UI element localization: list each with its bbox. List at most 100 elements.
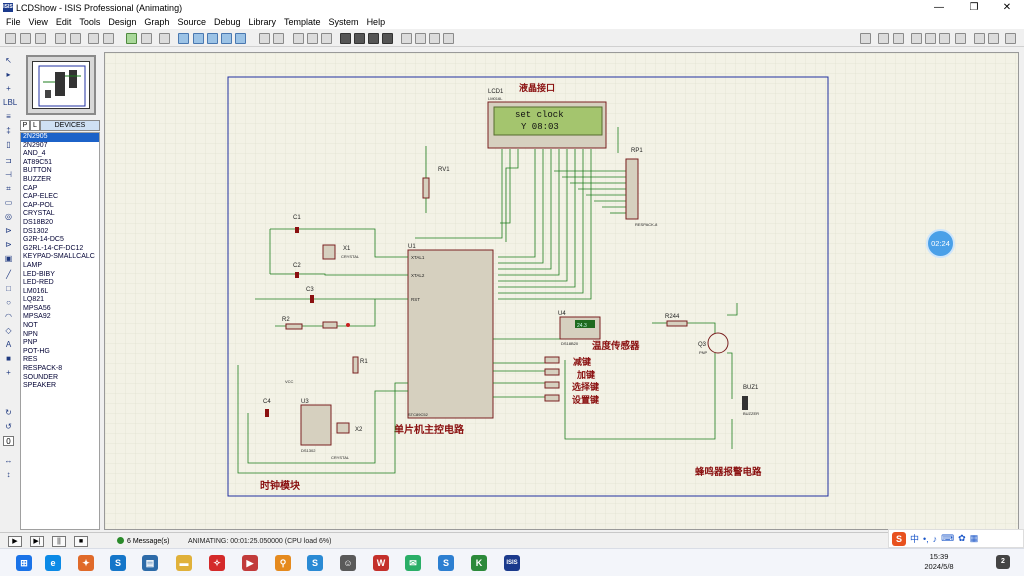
flip-horizontal-icon[interactable]: ↔: [3, 456, 14, 466]
app-pinwheel-icon[interactable]: ✦: [78, 555, 94, 571]
device-list-item[interactable]: CAP-ELEC: [21, 193, 99, 202]
wps-icon[interactable]: W: [373, 555, 389, 571]
punctuation-icon[interactable]: •,: [923, 534, 929, 544]
step-button[interactable]: ▶|: [30, 536, 44, 547]
device-list-item[interactable]: POT-HG: [21, 348, 99, 357]
export-icon[interactable]: [70, 33, 81, 44]
device-pin-icon[interactable]: ⊣: [3, 170, 14, 180]
paste-icon[interactable]: [321, 33, 332, 44]
subcircuit-icon[interactable]: ▯: [3, 140, 14, 150]
2d-arc-icon[interactable]: ◠: [3, 312, 14, 322]
app-notebook-icon[interactable]: ▤: [142, 555, 158, 571]
device-list[interactable]: 2N2905 2N2907 AND_4 AT89C51 BUTTON BUZZER CAP C…: [20, 132, 100, 530]
skin-icon[interactable]: ✿: [958, 533, 966, 544]
device-list-item[interactable]: RES: [21, 356, 99, 365]
toolbox-icon[interactable]: ▦: [970, 533, 979, 544]
device-list-item[interactable]: LAMP: [21, 262, 99, 271]
isis-taskbar-icon[interactable]: ISIS: [504, 555, 520, 571]
stop-button[interactable]: ■: [74, 536, 88, 547]
junction-dot-icon[interactable]: +: [3, 84, 14, 94]
2d-text-icon[interactable]: A: [3, 340, 14, 350]
generator-icon[interactable]: ◎: [3, 212, 14, 222]
menu-template[interactable]: Template: [280, 15, 325, 29]
2d-marker-icon[interactable]: +: [3, 368, 14, 378]
pause-button[interactable]: ||: [52, 536, 66, 547]
keil-icon[interactable]: K: [471, 555, 487, 571]
menu-tools[interactable]: Tools: [75, 15, 104, 29]
decompose-icon[interactable]: [443, 33, 454, 44]
graph-icon[interactable]: ⌗: [3, 184, 14, 194]
schematic-canvas[interactable]: set clock Y 08:03 LCD1 LM016L 液晶接口 RP1 R…: [104, 52, 1019, 530]
menu-file[interactable]: File: [2, 15, 25, 29]
search-app-icon[interactable]: ⚲: [275, 555, 291, 571]
overview-window[interactable]: [26, 55, 96, 115]
maximize-button[interactable]: ❐: [957, 0, 991, 15]
new-file-icon[interactable]: [5, 33, 16, 44]
floating-timer-bubble[interactable]: 02:24: [926, 229, 955, 258]
device-list-item[interactable]: G2R-14-DC5: [21, 236, 99, 245]
ares-icon[interactable]: [1005, 33, 1016, 44]
device-list-item[interactable]: DS1302: [21, 228, 99, 237]
erc-report-icon[interactable]: [974, 33, 985, 44]
exit-parent-icon[interactable]: [939, 33, 950, 44]
device-list-item[interactable]: 2N2905: [21, 133, 99, 142]
play-button[interactable]: ▶: [8, 536, 22, 547]
pick-devices-button[interactable]: P: [20, 120, 30, 131]
2d-path-icon[interactable]: ◇: [3, 326, 14, 336]
menu-design[interactable]: Design: [104, 15, 140, 29]
cut-icon[interactable]: [293, 33, 304, 44]
component-mode-icon[interactable]: ▸: [3, 70, 14, 80]
remove-sheet-icon[interactable]: [925, 33, 936, 44]
device-list-item[interactable]: BUZZER: [21, 176, 99, 185]
print-setup-icon[interactable]: [103, 33, 114, 44]
block-copy-icon[interactable]: [340, 33, 351, 44]
search-tag-icon[interactable]: [878, 33, 889, 44]
device-list-item[interactable]: PNP: [21, 339, 99, 348]
menu-view[interactable]: View: [25, 15, 52, 29]
2d-circle-icon[interactable]: ○: [3, 298, 14, 308]
rotate-cw-icon[interactable]: ↻: [3, 408, 14, 418]
virtual-instrument-icon[interactable]: ▣: [3, 254, 14, 264]
rtc-u3[interactable]: U3 DS1302: [300, 399, 332, 453]
refresh-icon[interactable]: [126, 33, 137, 44]
app-video-icon[interactable]: ▶: [242, 555, 258, 571]
make-device-icon[interactable]: [415, 33, 426, 44]
overview-viewport[interactable]: [32, 61, 90, 109]
minimize-button[interactable]: —: [922, 0, 956, 15]
ime-mode-toggle[interactable]: 中: [910, 532, 919, 545]
menu-help[interactable]: Help: [363, 15, 390, 29]
menu-debug[interactable]: Debug: [210, 15, 245, 29]
rotate-ccw-icon[interactable]: ↺: [3, 422, 14, 432]
device-list-item[interactable]: SPEAKER: [21, 382, 99, 391]
new-sheet-icon[interactable]: [911, 33, 922, 44]
2d-box-icon[interactable]: □: [3, 284, 14, 294]
print-icon[interactable]: [88, 33, 99, 44]
mcu-u1[interactable]: U1 STC89C52 XTAL1 XTAL2 RST: [407, 244, 494, 419]
menu-library[interactable]: Library: [245, 15, 281, 29]
notification-icon[interactable]: 2: [996, 555, 1010, 569]
device-list-item[interactable]: BUTTON: [21, 167, 99, 176]
system-clock[interactable]: 15:39 2024/5/8: [914, 552, 964, 572]
device-list-item[interactable]: LM016L: [21, 288, 99, 297]
copy-icon[interactable]: [307, 33, 318, 44]
menu-graph[interactable]: Graph: [140, 15, 173, 29]
device-list-item[interactable]: G2RL-14-CF-DC12: [21, 245, 99, 254]
origin-icon[interactable]: [159, 33, 170, 44]
app-qq-icon[interactable]: S: [307, 555, 323, 571]
app-avatar-icon[interactable]: ☺: [340, 555, 356, 571]
bus-icon[interactable]: ‡: [3, 126, 14, 136]
app-s-icon[interactable]: S: [110, 555, 126, 571]
device-list-item[interactable]: LQ821: [21, 296, 99, 305]
block-move-icon[interactable]: [354, 33, 365, 44]
wechat-icon[interactable]: ✉: [405, 555, 421, 571]
tape-recorder-icon[interactable]: ▭: [3, 198, 14, 208]
packaging-icon[interactable]: [429, 33, 440, 44]
menu-system[interactable]: System: [325, 15, 363, 29]
device-list-item[interactable]: MPSA92: [21, 313, 99, 322]
edge-browser-icon[interactable]: e: [45, 555, 61, 571]
menu-source[interactable]: Source: [173, 15, 210, 29]
property-assign-icon[interactable]: [893, 33, 904, 44]
file-explorer-icon[interactable]: ▬: [176, 555, 192, 571]
netlist-icon[interactable]: [988, 33, 999, 44]
device-list-item[interactable]: AT89C51: [21, 159, 99, 168]
